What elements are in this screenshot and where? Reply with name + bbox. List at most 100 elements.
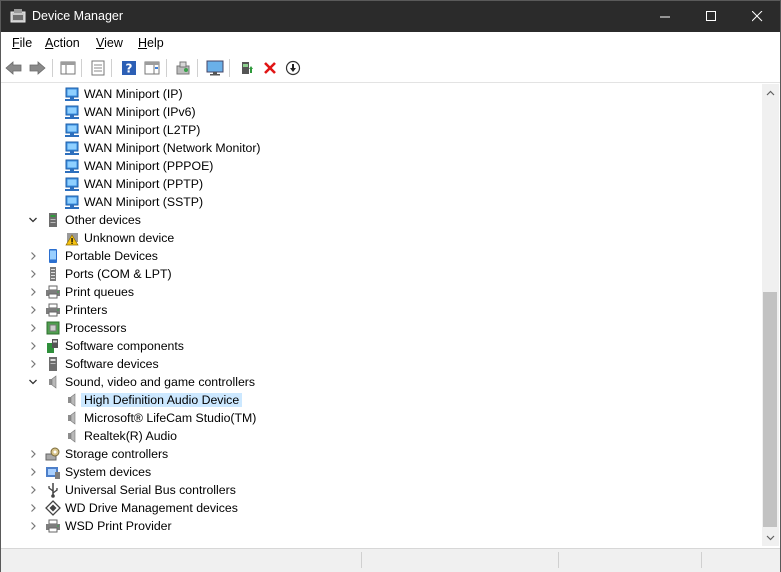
tree-item-label: Unknown device	[84, 231, 175, 245]
chevron-right-icon[interactable]	[28, 503, 38, 513]
action-pane-button[interactable]	[142, 58, 162, 78]
scrollbar-thumb[interactable]	[763, 292, 777, 527]
storage-controller-icon	[45, 447, 60, 461]
chevron-right-icon[interactable]	[28, 323, 38, 333]
tree-device[interactable]: WAN Miniport (IP)	[3, 85, 761, 103]
chevron-down-icon[interactable]	[28, 215, 38, 225]
scan-hardware-button[interactable]	[173, 58, 193, 78]
tree-category[interactable]: Software devices	[3, 355, 761, 373]
title-bar[interactable]: Device Manager	[1, 1, 780, 32]
tree-item-label: WAN Miniport (IPv6)	[84, 105, 196, 119]
tree-category[interactable]: System devices	[3, 463, 761, 481]
menu-file[interactable]: File	[12, 36, 32, 50]
status-cell	[701, 552, 702, 568]
status-cell	[558, 552, 559, 568]
forward-button[interactable]	[27, 58, 47, 78]
port-icon	[50, 267, 56, 281]
tree-category[interactable]: Ports (COM & LPT)	[3, 265, 761, 283]
tree-category[interactable]: Processors	[3, 319, 761, 337]
help-button[interactable]: ?	[119, 58, 139, 78]
chevron-down-icon[interactable]	[28, 377, 38, 387]
portable-device-icon	[49, 249, 57, 263]
back-arrow-icon	[5, 61, 22, 75]
show-hide-tree-icon	[60, 61, 76, 75]
speaker-icon	[49, 375, 57, 389]
action-pane-icon	[144, 61, 160, 75]
monitor-button[interactable]	[205, 58, 225, 78]
tree-item-label: Processors	[65, 321, 127, 335]
tree-category[interactable]: WD Drive Management devices	[3, 499, 761, 517]
warning-device-icon	[65, 233, 79, 246]
wd-diamond-icon	[45, 500, 61, 516]
tree-device[interactable]: WAN Miniport (IPv6)	[3, 103, 761, 121]
show-hide-console-tree-button[interactable]	[58, 58, 78, 78]
tree-category[interactable]: Portable Devices	[3, 247, 761, 265]
tree-device[interactable]: WAN Miniport (L2TP)	[3, 121, 761, 139]
properties-icon	[91, 60, 105, 76]
maximize-button[interactable]	[688, 1, 734, 32]
menu-bar: File Action View Help	[1, 32, 780, 54]
usb-icon	[48, 483, 58, 498]
menu-view[interactable]: View	[96, 36, 123, 50]
toolbar-separator	[197, 59, 198, 77]
toolbar: ?	[1, 54, 780, 83]
printer-icon	[46, 519, 60, 533]
device-manager-window: Device Manager File Action View Help ? W…	[0, 0, 781, 572]
tree-category[interactable]: Printers	[3, 301, 761, 319]
back-button[interactable]	[4, 58, 24, 78]
chevron-right-icon[interactable]	[28, 341, 38, 351]
scroll-up-button[interactable]	[762, 84, 779, 101]
chevron-right-icon[interactable]	[28, 485, 38, 495]
tree-device[interactable]: High Definition Audio Device	[3, 391, 761, 409]
tree-category[interactable]: Universal Serial Bus controllers	[3, 481, 761, 499]
tree-device[interactable]: Microsoft® LifeCam Studio(TM)	[3, 409, 761, 427]
tree-item-label: Print queues	[65, 285, 135, 299]
minimize-icon	[659, 16, 670, 18]
chevron-right-icon[interactable]	[28, 521, 38, 531]
tree-category[interactable]: Other devices	[3, 211, 761, 229]
tree-category[interactable]: Software components	[3, 337, 761, 355]
scan-hardware-icon	[176, 61, 190, 75]
tree-item-label: Microsoft® LifeCam Studio(TM)	[84, 411, 257, 425]
tree-category[interactable]: Storage controllers	[3, 445, 761, 463]
update-driver-icon	[242, 62, 253, 74]
tree-item-label: Other devices	[65, 213, 141, 227]
tree-device[interactable]: Unknown device	[3, 229, 761, 247]
tree-device[interactable]: Realtek(R) Audio	[3, 427, 761, 445]
update-driver-button[interactable]	[237, 58, 257, 78]
close-button[interactable]	[734, 1, 780, 32]
chevron-right-icon[interactable]	[28, 251, 38, 261]
chevron-right-icon[interactable]	[28, 269, 38, 279]
tree-device[interactable]: WAN Miniport (SSTP)	[3, 193, 761, 211]
tree-device[interactable]: WAN Miniport (PPPOE)	[3, 157, 761, 175]
tree-category[interactable]: Sound, video and game controllers	[3, 373, 761, 391]
tree-device[interactable]: WAN Miniport (PPTP)	[3, 175, 761, 193]
chevron-right-icon[interactable]	[28, 359, 38, 369]
menu-action[interactable]: Action	[45, 36, 80, 50]
scroll-down-button[interactable]	[762, 529, 779, 546]
tree-device[interactable]: WAN Miniport (Network Monitor)	[3, 139, 761, 157]
chevron-right-icon[interactable]	[28, 287, 38, 297]
speaker-icon	[68, 393, 76, 407]
tree-category[interactable]: WSD Print Provider	[3, 517, 761, 535]
uninstall-device-button[interactable]	[260, 58, 280, 78]
chevron-right-icon[interactable]	[28, 305, 38, 315]
tree-category[interactable]: Print queues	[3, 283, 761, 301]
chevron-right-icon[interactable]	[28, 467, 38, 477]
tree-item-label: WD Drive Management devices	[65, 501, 238, 515]
tree-item-label: WSD Print Provider	[65, 519, 172, 533]
menu-help[interactable]: Help	[138, 36, 164, 50]
disable-device-button[interactable]	[283, 58, 303, 78]
vertical-scrollbar[interactable]	[762, 84, 779, 546]
chevron-down-icon	[766, 535, 775, 540]
speaker-icon	[68, 429, 76, 443]
forward-arrow-icon	[29, 61, 46, 75]
tree-item-label: WAN Miniport (Network Monitor)	[84, 141, 261, 155]
chevron-right-icon[interactable]	[28, 449, 38, 459]
tree-item-label: WAN Miniport (PPTP)	[84, 177, 204, 191]
minimize-button[interactable]	[642, 1, 688, 32]
device-tree[interactable]: WAN Miniport (IP) WAN Miniport (IPv6) WAN …	[3, 84, 761, 546]
printer-icon	[46, 303, 60, 317]
network-adapter-icon	[65, 105, 79, 119]
properties-button[interactable]	[88, 58, 108, 78]
